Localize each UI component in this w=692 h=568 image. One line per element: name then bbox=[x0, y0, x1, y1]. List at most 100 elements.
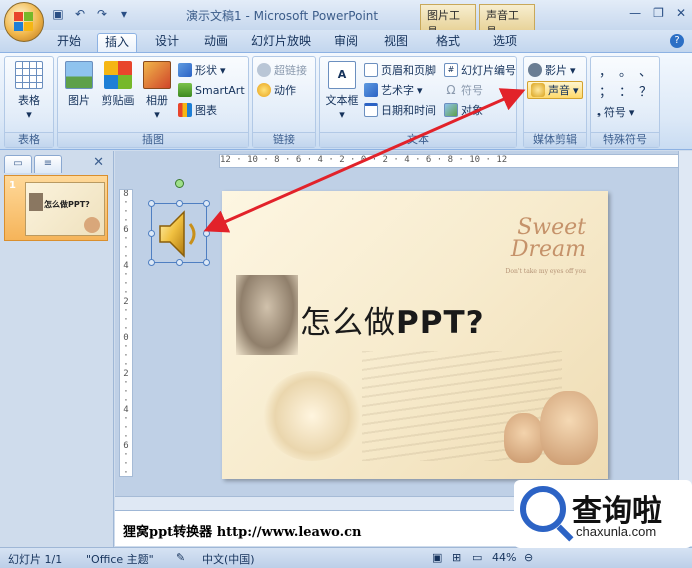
slide-thumbnail-row[interactable]: 1 怎么做PPT? bbox=[4, 175, 108, 241]
symbol-comma[interactable]: ， bbox=[599, 61, 612, 80]
outline-tab[interactable]: ≡ bbox=[34, 155, 62, 173]
zoom-level[interactable]: 44% bbox=[492, 551, 516, 564]
resize-handle[interactable] bbox=[203, 200, 210, 207]
chart-button[interactable]: 图表 bbox=[178, 101, 217, 119]
picture-icon bbox=[65, 61, 93, 89]
special-symbol-button[interactable]: ❟ 符号 ▾ bbox=[597, 103, 634, 121]
tab-view[interactable]: 视图 bbox=[376, 33, 416, 52]
wordart-icon bbox=[364, 83, 378, 97]
symbol-enum-comma[interactable]: 、 bbox=[639, 61, 652, 80]
group-label-tables: 表格 bbox=[5, 132, 53, 147]
spellcheck-icon[interactable]: ✎ bbox=[176, 551, 185, 564]
status-language[interactable]: 中文(中国) bbox=[202, 551, 255, 567]
group-label-illustrations: 插图 bbox=[58, 132, 248, 147]
clipart-button[interactable]: 剪贴画 bbox=[98, 61, 138, 108]
slide-title[interactable]: 怎么做PPT? bbox=[300, 297, 485, 342]
slides-tab[interactable]: ▭ bbox=[4, 155, 32, 173]
normal-view-icon[interactable]: ▣ bbox=[432, 551, 442, 564]
zoom-out-icon[interactable]: ⊖ bbox=[524, 551, 533, 564]
picture-button[interactable]: 图片 bbox=[62, 61, 96, 108]
film-icon bbox=[528, 63, 542, 77]
tab-insert[interactable]: 插入 bbox=[97, 33, 137, 52]
small-bear-image bbox=[504, 413, 544, 463]
clipart-icon bbox=[104, 61, 132, 89]
resize-handle[interactable] bbox=[148, 259, 155, 266]
office-button[interactable] bbox=[4, 2, 44, 42]
group-illustrations: 图片 剪贴画 相册 ▾ 形状 ▾ SmartArt 图表 插图 bbox=[57, 56, 249, 148]
resize-handle[interactable] bbox=[148, 200, 155, 207]
slide-number-button[interactable]: # 幻灯片编号 bbox=[444, 61, 516, 79]
slide-thumbnail[interactable]: 怎么做PPT? bbox=[25, 182, 105, 236]
textbox-button[interactable]: A 文本框 ▾ bbox=[324, 61, 360, 121]
symbol-period[interactable]: 。 bbox=[619, 61, 632, 80]
resize-handle[interactable] bbox=[176, 200, 183, 207]
minimize-icon[interactable]: — bbox=[629, 6, 641, 20]
tab-format[interactable]: 格式 bbox=[428, 33, 468, 52]
object-icon bbox=[444, 103, 458, 117]
tab-home[interactable]: 开始 bbox=[50, 33, 88, 52]
redo-icon[interactable]: ↷ bbox=[94, 6, 110, 22]
header-footer-icon bbox=[364, 63, 378, 77]
help-icon[interactable]: ? bbox=[670, 34, 684, 48]
group-media: 影片 ▾ 声音 ▾ 媒体剪辑 bbox=[523, 56, 587, 148]
large-bear-image bbox=[540, 391, 598, 465]
action-button[interactable]: 动作 bbox=[257, 81, 296, 99]
datetime-button[interactable]: 日期和时间 bbox=[364, 101, 436, 119]
table-button[interactable]: 表格 ▾ bbox=[11, 61, 47, 121]
resize-handle[interactable] bbox=[203, 230, 210, 237]
undo-icon[interactable]: ↶ bbox=[72, 6, 88, 22]
symbol-semicolon[interactable]: ； bbox=[599, 81, 612, 100]
tab-animation[interactable]: 动画 bbox=[196, 33, 236, 52]
slideshow-view-icon[interactable]: ▭ bbox=[472, 551, 482, 564]
symbol-button[interactable]: Ω 符号 bbox=[444, 81, 483, 99]
group-label-text: 文本 bbox=[320, 132, 516, 147]
kitten-image[interactable] bbox=[236, 275, 298, 355]
album-button[interactable]: 相册 ▾ bbox=[140, 61, 174, 121]
save-icon[interactable]: ▣ bbox=[50, 6, 66, 22]
close-icon[interactable]: ✕ bbox=[93, 155, 104, 170]
thumb-kitten-image bbox=[29, 193, 43, 211]
smartart-icon bbox=[178, 83, 192, 97]
calendar-icon bbox=[364, 103, 378, 117]
rose-image bbox=[262, 371, 362, 461]
contextual-tab-picture-tools: 图片工具 bbox=[420, 4, 476, 38]
shapes-button[interactable]: 形状 ▾ bbox=[178, 61, 226, 79]
tab-review[interactable]: 审阅 bbox=[326, 33, 366, 52]
group-tables: 表格 ▾ 表格 bbox=[4, 56, 54, 148]
restore-icon[interactable]: ❐ bbox=[653, 6, 664, 20]
thumb-bear-image bbox=[84, 217, 100, 233]
close-icon[interactable]: ✕ bbox=[676, 6, 686, 20]
header-footer-button[interactable]: 页眉和页脚 bbox=[364, 61, 436, 79]
slide-canvas[interactable]: Sweet Dream Don't take my eyes off you 怎… bbox=[222, 191, 608, 479]
resize-handle[interactable] bbox=[148, 230, 155, 237]
group-links: 超链接 动作 链接 bbox=[252, 56, 316, 148]
symbol-colon[interactable]: ： bbox=[619, 81, 632, 100]
watermark: 查询啦 chaxunla.com bbox=[514, 480, 692, 548]
customize-qat-icon[interactable]: ▾ bbox=[116, 6, 132, 22]
tab-slideshow[interactable]: 幻灯片放映 bbox=[248, 33, 314, 52]
office-logo-icon bbox=[14, 12, 34, 32]
thumb-title: 怎么做PPT? bbox=[44, 200, 90, 209]
group-special-symbols: ， 。 、 ； ： ？ ❟ 符号 ▾ 特殊符号 bbox=[590, 56, 660, 148]
vertical-scrollbar[interactable] bbox=[678, 151, 692, 496]
sorter-view-icon[interactable]: ⊞ bbox=[452, 551, 461, 564]
symbol-question[interactable]: ？ bbox=[639, 81, 652, 100]
group-label-special-symbols: 特殊符号 bbox=[591, 132, 659, 147]
textbox-icon: A bbox=[328, 61, 356, 89]
resize-handle[interactable] bbox=[176, 259, 183, 266]
sound-object[interactable] bbox=[148, 200, 210, 266]
slide-number: 1 bbox=[9, 180, 16, 191]
tab-options[interactable]: 选项 bbox=[485, 33, 525, 52]
wordart-button[interactable]: 艺术字 ▾ bbox=[364, 81, 423, 99]
tab-design[interactable]: 设计 bbox=[147, 33, 187, 52]
smartart-button[interactable]: SmartArt bbox=[178, 81, 245, 99]
sound-button[interactable]: 声音 ▾ bbox=[527, 81, 583, 99]
hyperlink-button[interactable]: 超链接 bbox=[257, 61, 307, 79]
rotation-handle[interactable] bbox=[175, 179, 184, 188]
object-button[interactable]: 对象 bbox=[444, 101, 483, 119]
shapes-icon bbox=[178, 63, 192, 77]
panel-tabs: ▭ ≡ ✕ bbox=[4, 155, 110, 173]
slide-number-icon: # bbox=[444, 63, 458, 77]
movie-button[interactable]: 影片 ▾ bbox=[528, 61, 576, 79]
resize-handle[interactable] bbox=[203, 259, 210, 266]
